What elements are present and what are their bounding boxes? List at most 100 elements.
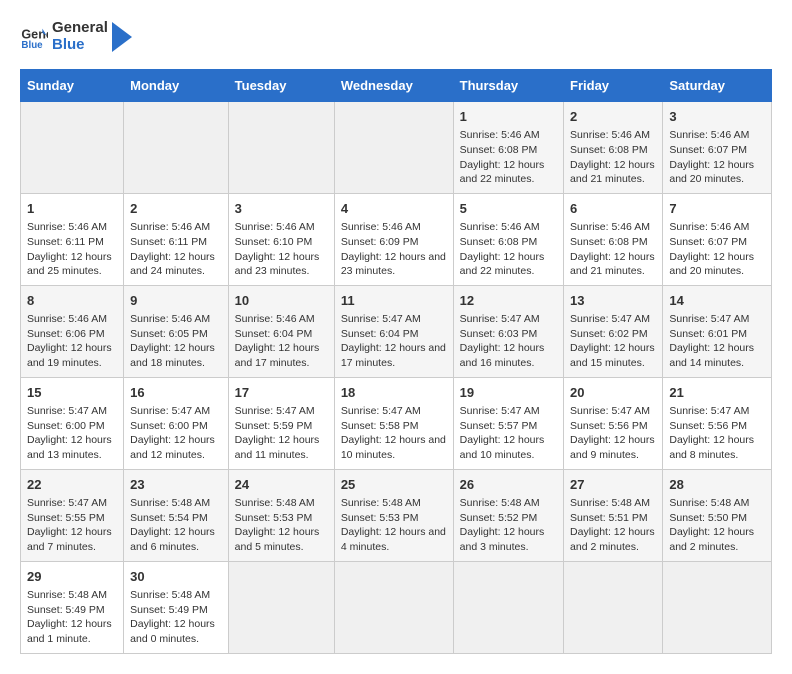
day-info: Sunset: 6:04 PM xyxy=(341,327,447,342)
calendar-cell: 3Sunrise: 5:46 AMSunset: 6:10 PMDaylight… xyxy=(228,193,334,285)
day-info: Sunrise: 5:46 AM xyxy=(130,312,222,327)
day-info: Daylight: 12 hours and 20 minutes. xyxy=(669,158,765,187)
day-info: Sunset: 5:53 PM xyxy=(341,511,447,526)
calendar-cell: 24Sunrise: 5:48 AMSunset: 5:53 PMDayligh… xyxy=(228,469,334,561)
day-info: Sunrise: 5:47 AM xyxy=(341,312,447,327)
day-info: Sunrise: 5:48 AM xyxy=(130,588,222,603)
day-number: 4 xyxy=(341,200,447,218)
day-info: Daylight: 12 hours and 2 minutes. xyxy=(669,525,765,554)
day-info: Sunrise: 5:46 AM xyxy=(130,220,222,235)
day-info: Sunrise: 5:48 AM xyxy=(235,496,328,511)
day-info: Sunset: 6:00 PM xyxy=(27,419,117,434)
calendar-cell: 16Sunrise: 5:47 AMSunset: 6:00 PMDayligh… xyxy=(124,377,229,469)
calendar-week-row: 22Sunrise: 5:47 AMSunset: 5:55 PMDayligh… xyxy=(21,469,772,561)
day-info: Daylight: 12 hours and 22 minutes. xyxy=(460,250,557,279)
day-info: Sunrise: 5:46 AM xyxy=(235,220,328,235)
day-info: Sunrise: 5:46 AM xyxy=(235,312,328,327)
calendar-cell: 14Sunrise: 5:47 AMSunset: 6:01 PMDayligh… xyxy=(663,285,772,377)
day-number: 12 xyxy=(460,292,557,310)
day-info: Sunset: 6:08 PM xyxy=(460,235,557,250)
day-info: Sunrise: 5:47 AM xyxy=(570,312,656,327)
day-number: 25 xyxy=(341,476,447,494)
day-number: 7 xyxy=(669,200,765,218)
calendar-cell: 17Sunrise: 5:47 AMSunset: 5:59 PMDayligh… xyxy=(228,377,334,469)
day-info: Daylight: 12 hours and 25 minutes. xyxy=(27,250,117,279)
header: General Blue General Blue xyxy=(20,20,772,53)
day-info: Daylight: 12 hours and 2 minutes. xyxy=(570,525,656,554)
logo-text-blue: Blue xyxy=(52,37,108,54)
column-header-friday: Friday xyxy=(564,70,663,102)
day-info: Sunrise: 5:46 AM xyxy=(669,220,765,235)
calendar-week-row: 1Sunrise: 5:46 AMSunset: 6:08 PMDaylight… xyxy=(21,102,772,194)
day-info: Daylight: 12 hours and 24 minutes. xyxy=(130,250,222,279)
calendar-cell: 27Sunrise: 5:48 AMSunset: 5:51 PMDayligh… xyxy=(564,469,663,561)
day-info: Daylight: 12 hours and 10 minutes. xyxy=(460,433,557,462)
calendar-cell: 19Sunrise: 5:47 AMSunset: 5:57 PMDayligh… xyxy=(453,377,563,469)
day-info: Sunset: 6:11 PM xyxy=(27,235,117,250)
calendar-cell xyxy=(564,561,663,653)
calendar-cell: 1Sunrise: 5:46 AMSunset: 6:08 PMDaylight… xyxy=(453,102,563,194)
day-info: Sunrise: 5:48 AM xyxy=(669,496,765,511)
day-info: Sunset: 5:50 PM xyxy=(669,511,765,526)
day-info: Sunrise: 5:47 AM xyxy=(669,404,765,419)
calendar-cell xyxy=(228,102,334,194)
calendar-cell xyxy=(124,102,229,194)
logo-arrow-icon xyxy=(112,22,132,52)
day-info: Daylight: 12 hours and 5 minutes. xyxy=(235,525,328,554)
day-info: Sunrise: 5:48 AM xyxy=(27,588,117,603)
day-number: 6 xyxy=(570,200,656,218)
column-header-monday: Monday xyxy=(124,70,229,102)
day-info: Sunrise: 5:47 AM xyxy=(27,496,117,511)
day-info: Sunset: 6:04 PM xyxy=(235,327,328,342)
day-info: Daylight: 12 hours and 3 minutes. xyxy=(460,525,557,554)
day-number: 1 xyxy=(27,200,117,218)
day-number: 11 xyxy=(341,292,447,310)
day-info: Daylight: 12 hours and 21 minutes. xyxy=(570,250,656,279)
day-info: Sunrise: 5:48 AM xyxy=(130,496,222,511)
day-number: 13 xyxy=(570,292,656,310)
calendar-cell xyxy=(334,561,453,653)
day-number: 9 xyxy=(130,292,222,310)
day-info: Daylight: 12 hours and 22 minutes. xyxy=(460,158,557,187)
svg-text:General: General xyxy=(21,27,48,41)
day-info: Sunset: 6:06 PM xyxy=(27,327,117,342)
day-info: Sunrise: 5:47 AM xyxy=(460,404,557,419)
calendar-cell xyxy=(453,561,563,653)
day-number: 8 xyxy=(27,292,117,310)
calendar-cell: 29Sunrise: 5:48 AMSunset: 5:49 PMDayligh… xyxy=(21,561,124,653)
day-info: Daylight: 12 hours and 12 minutes. xyxy=(130,433,222,462)
day-info: Sunset: 6:11 PM xyxy=(130,235,222,250)
day-info: Sunset: 5:59 PM xyxy=(235,419,328,434)
day-info: Daylight: 12 hours and 4 minutes. xyxy=(341,525,447,554)
day-info: Daylight: 12 hours and 17 minutes. xyxy=(235,341,328,370)
calendar-cell: 26Sunrise: 5:48 AMSunset: 5:52 PMDayligh… xyxy=(453,469,563,561)
day-number: 23 xyxy=(130,476,222,494)
column-header-thursday: Thursday xyxy=(453,70,563,102)
day-info: Daylight: 12 hours and 0 minutes. xyxy=(130,617,222,646)
day-info: Sunset: 6:08 PM xyxy=(570,235,656,250)
column-header-wednesday: Wednesday xyxy=(334,70,453,102)
calendar-cell xyxy=(663,561,772,653)
calendar-cell: 1Sunrise: 5:46 AMSunset: 6:11 PMDaylight… xyxy=(21,193,124,285)
day-info: Sunrise: 5:46 AM xyxy=(570,220,656,235)
calendar-cell: 3Sunrise: 5:46 AMSunset: 6:07 PMDaylight… xyxy=(663,102,772,194)
calendar-week-row: 8Sunrise: 5:46 AMSunset: 6:06 PMDaylight… xyxy=(21,285,772,377)
calendar-cell: 2Sunrise: 5:46 AMSunset: 6:11 PMDaylight… xyxy=(124,193,229,285)
day-info: Sunrise: 5:47 AM xyxy=(27,404,117,419)
calendar-cell: 22Sunrise: 5:47 AMSunset: 5:55 PMDayligh… xyxy=(21,469,124,561)
day-info: Sunrise: 5:46 AM xyxy=(669,128,765,143)
day-info: Sunrise: 5:46 AM xyxy=(460,220,557,235)
day-info: Daylight: 12 hours and 13 minutes. xyxy=(27,433,117,462)
calendar-cell: 4Sunrise: 5:46 AMSunset: 6:09 PMDaylight… xyxy=(334,193,453,285)
day-number: 14 xyxy=(669,292,765,310)
day-info: Daylight: 12 hours and 19 minutes. xyxy=(27,341,117,370)
day-info: Daylight: 12 hours and 8 minutes. xyxy=(669,433,765,462)
calendar-cell: 15Sunrise: 5:47 AMSunset: 6:00 PMDayligh… xyxy=(21,377,124,469)
calendar-cell: 30Sunrise: 5:48 AMSunset: 5:49 PMDayligh… xyxy=(124,561,229,653)
day-info: Sunset: 6:02 PM xyxy=(570,327,656,342)
day-info: Sunset: 5:52 PM xyxy=(460,511,557,526)
calendar-cell: 7Sunrise: 5:46 AMSunset: 6:07 PMDaylight… xyxy=(663,193,772,285)
day-info: Sunset: 6:10 PM xyxy=(235,235,328,250)
day-info: Sunset: 5:57 PM xyxy=(460,419,557,434)
day-info: Sunset: 5:56 PM xyxy=(669,419,765,434)
